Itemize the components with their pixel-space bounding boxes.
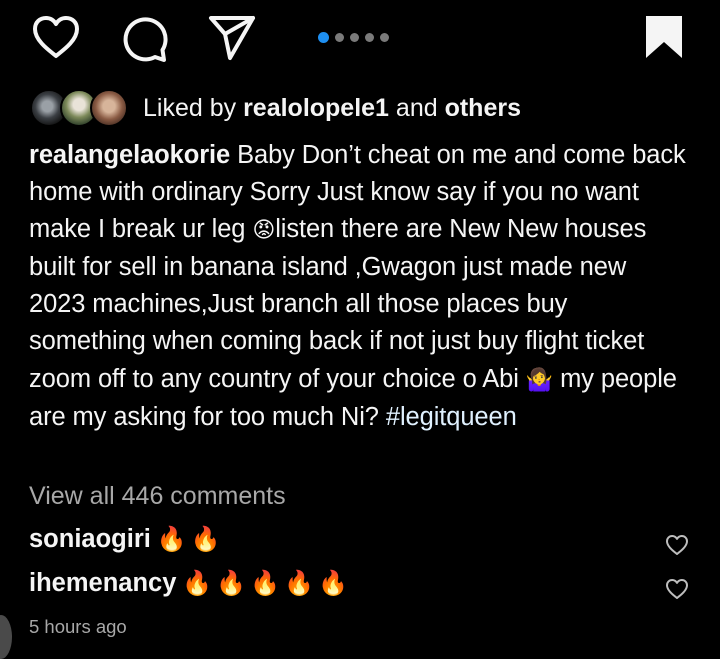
carousel-dot bbox=[380, 32, 389, 42]
post-caption: realangelaokorie Baby Don’t cheat on me … bbox=[29, 137, 689, 436]
fire-emojis: 🔥🔥🔥🔥🔥 bbox=[182, 569, 352, 597]
fire-emojis: 🔥🔥 bbox=[156, 525, 225, 553]
comment-like-heart-icon[interactable] bbox=[665, 572, 689, 612]
likes-conjunction: and bbox=[388, 94, 445, 122]
likes-summary: Liked by realolopele1 and others bbox=[143, 91, 521, 125]
liker-username-link[interactable]: realolopele1 bbox=[243, 94, 389, 122]
avatar bbox=[90, 89, 128, 127]
post-action-bar bbox=[0, 0, 720, 80]
liker-avatars[interactable] bbox=[30, 89, 130, 127]
woman-shrugging-emoji: 🤷‍♀️ bbox=[525, 367, 554, 393]
caption-username-link[interactable]: realangelaokorie bbox=[29, 141, 230, 169]
carousel-dot-active bbox=[318, 31, 329, 43]
comment-row: ihemenancy 🔥🔥🔥🔥🔥 bbox=[29, 563, 689, 603]
comment-username-link[interactable]: ihemenancy bbox=[29, 569, 176, 597]
paper-plane-share-icon[interactable] bbox=[207, 12, 257, 62]
view-all-comments-link[interactable]: View all 446 comments bbox=[29, 479, 286, 513]
comment-bubble-icon[interactable] bbox=[119, 14, 169, 64]
profile-avatar-partial bbox=[0, 615, 12, 659]
bookmark-filled-icon[interactable] bbox=[642, 14, 686, 60]
comment-username-link[interactable]: soniaogiri bbox=[29, 525, 151, 553]
carousel-indicator bbox=[318, 31, 389, 43]
likes-prefix: Liked by bbox=[143, 94, 244, 122]
comment-row: soniaogiri 🔥🔥 bbox=[29, 519, 689, 559]
heart-outline-icon[interactable] bbox=[31, 14, 81, 60]
carousel-dot bbox=[365, 32, 374, 42]
likes-others-link[interactable]: others bbox=[445, 94, 521, 122]
hashtag-link[interactable]: #legitqueen bbox=[386, 403, 517, 431]
comment-like-heart-icon[interactable] bbox=[665, 528, 689, 568]
carousel-dot bbox=[335, 32, 344, 42]
likes-row[interactable]: Liked by realolopele1 and others bbox=[30, 88, 690, 128]
angry-face-emoji: 😡 bbox=[252, 218, 276, 244]
post-timestamp: 5 hours ago bbox=[29, 616, 127, 637]
carousel-dot bbox=[350, 32, 359, 42]
